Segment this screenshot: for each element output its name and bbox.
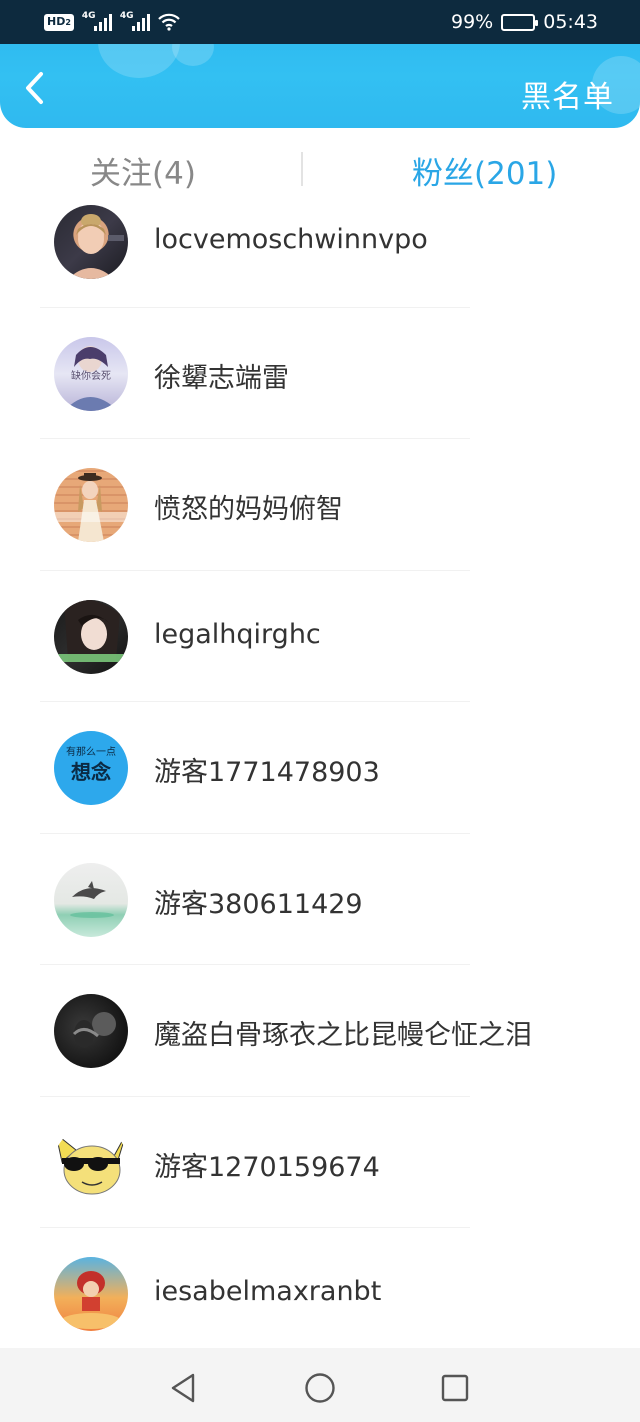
system-home-button[interactable] [300, 1368, 340, 1408]
fan-name: 游客380611429 [154, 888, 363, 920]
triangle-back-icon [171, 1373, 195, 1403]
signal-strength-icon: 4G [120, 11, 150, 31]
square-recents-icon [441, 1374, 469, 1402]
fan-name: 游客1771478903 [154, 757, 380, 788]
list-item[interactable]: locvemoschwinnvpo [0, 176, 640, 308]
avatar: 缺你会死 [54, 336, 128, 411]
avatar [54, 1257, 128, 1331]
list-item[interactable]: 有那么一点 想念 游客1771478903 [0, 702, 640, 834]
system-recents-button[interactable] [435, 1368, 475, 1408]
clock: 05:43 [543, 11, 598, 33]
list-item[interactable]: 魔盗白骨琢衣之比昆幔仑怔之泪 [0, 965, 640, 1097]
status-indicators: HD2 4G 4G [44, 10, 180, 34]
list-item[interactable]: 愤怒的妈妈俯智 [0, 439, 640, 571]
svg-text:有那么一点: 有那么一点 [66, 745, 116, 758]
system-back-button[interactable] [163, 1368, 203, 1408]
avatar [54, 205, 128, 279]
avatar [54, 599, 128, 674]
fan-name: 愤怒的妈妈俯智 [154, 494, 343, 525]
battery-percent: 99% [451, 11, 494, 33]
fan-name: locvemoschwinnvpo [154, 224, 428, 255]
list-item[interactable]: 游客380611429 [0, 834, 640, 965]
svg-text:缺你会死: 缺你会死 [71, 369, 111, 382]
blacklist-button[interactable]: 黑名单 [521, 72, 614, 116]
svg-text:想念: 想念 [71, 760, 111, 784]
wifi-icon [158, 13, 180, 31]
fan-name: legalhqirghc [154, 618, 321, 650]
status-bar: HD2 4G 4G 99% 05:43 [0, 0, 640, 44]
battery-icon [501, 13, 539, 31]
system-navigation-bar [0, 1348, 640, 1422]
list-item[interactable]: iesabelmaxranbt [0, 1228, 640, 1360]
fan-name: 魔盗白骨琢衣之比昆幔仑怔之泪 [154, 1020, 532, 1051]
avatar [54, 1125, 128, 1200]
signal-strength-icon: 4G [82, 11, 112, 31]
list-item[interactable]: 游客1270159674 [0, 1097, 640, 1228]
hd-voice-badge: HD2 [44, 13, 74, 31]
title-bar: 黑名单 [0, 44, 640, 128]
header: HD2 4G 4G 99% 05:43 黑名单 [0, 0, 640, 128]
status-right: 99% 05:43 [451, 8, 598, 36]
avatar: 有那么一点 想念 [54, 731, 128, 805]
fan-name: 游客1270159674 [154, 1151, 380, 1183]
avatar [54, 468, 128, 542]
circle-home-icon [305, 1373, 335, 1403]
back-button[interactable] [14, 68, 54, 108]
avatar [54, 862, 128, 937]
chevron-left-icon [26, 72, 43, 104]
list-item[interactable]: 缺你会死 徐顰志端雷 [0, 308, 640, 439]
avatar [54, 994, 128, 1068]
list-item[interactable]: legalhqirghc [0, 571, 640, 702]
fan-list: locvemoschwinnvpo 缺你会死 徐顰志端雷 愤怒的妈妈俯智 leg… [0, 176, 640, 1360]
fan-name: iesabelmaxranbt [154, 1276, 382, 1307]
fan-name: 徐顰志端雷 [154, 362, 289, 394]
